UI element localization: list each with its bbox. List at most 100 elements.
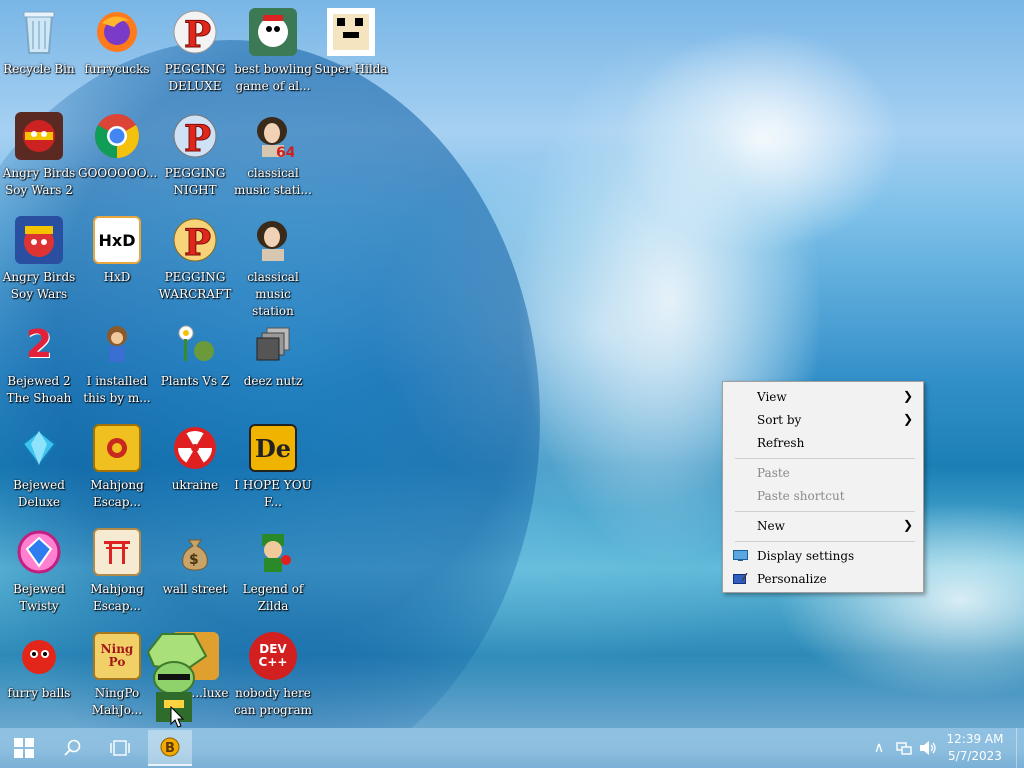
icon-label: Mahjong Escap... (90, 478, 144, 509)
menu-separator (735, 458, 915, 459)
taskbar-pinned-app[interactable]: B (148, 730, 192, 766)
bejeweled-2-icon: 2 (25, 322, 53, 366)
desktop-icon-plants-vs-z[interactable]: Plants Vs Z (156, 316, 234, 416)
desktop-icon-pegging-deluxe[interactable]: P PEGGING DELUXE (156, 4, 234, 104)
menu-item-new[interactable]: New ❯ (723, 516, 923, 538)
menu-item-label: Refresh (757, 436, 805, 450)
desktop-icon-deez-nutz[interactable]: deez nutz (234, 316, 312, 416)
gem-icon (15, 424, 63, 472)
chevron-right-icon: ❯ (902, 412, 913, 426)
menu-item-label: Paste (757, 466, 790, 480)
hxd-icon: HxD (93, 216, 141, 264)
icon-label: nobody here can program (234, 686, 313, 717)
menu-item-display-settings[interactable]: Display settings (723, 546, 923, 568)
icon-label: best bowling game of al... (234, 62, 312, 93)
desktop-icon-legend-of-zilda[interactable]: Legend of Zilda (234, 524, 312, 624)
svg-text:P: P (184, 118, 211, 159)
desktop-wallpaper[interactable]: Recycle Bin Angry Birds Soy Wars 2 Angry… (0, 0, 1024, 728)
angry-birds-star-wars-icon (15, 216, 63, 264)
svg-text:P: P (184, 222, 211, 263)
super-hilda-icon (327, 8, 375, 56)
red-fluffy-ball-icon (15, 632, 63, 680)
icon-label: Super Hilda (314, 62, 388, 76)
desktop-icon-classical-music-station[interactable]: classical music station (234, 212, 312, 318)
menu-item-label: Sort by (757, 413, 802, 427)
desktop-icon-recycle-bin[interactable]: Recycle Bin (0, 4, 78, 104)
desktop-icon-bejewed-2[interactable]: 2 Bejewed 2 The Shoah (0, 316, 78, 416)
desktop-icon-super-hilda[interactable]: Super Hilda (312, 4, 390, 104)
desktop-icon-best-bowling[interactable]: best bowling game of al... (234, 4, 312, 104)
peggle-icon: P (171, 8, 219, 56)
menu-item-label: New (757, 519, 785, 533)
icon-label: PEGGING WARCRAFT (158, 270, 232, 301)
desktop-icon-mahjong-escape-1[interactable]: Mahjong Escap... (78, 420, 156, 520)
menu-item-paste-shortcut[interactable]: Paste shortcut (723, 486, 923, 508)
network-button[interactable] (892, 728, 916, 768)
icon-label: I installed this by m... (83, 374, 151, 405)
taskbar-clock[interactable]: 12:39 AM 5/7/2023 (944, 731, 1006, 765)
chevron-right-icon: ❯ (902, 389, 913, 403)
desktop-icon-hxd[interactable]: HxD HxD (78, 212, 156, 312)
desktop-icon-mahjong-escape-2[interactable]: Mahjong Escap... (78, 524, 156, 624)
menu-item-sort-by[interactable]: Sort by ❯ (723, 410, 923, 432)
icon-label: Bejewed Twisty (13, 582, 65, 613)
task-view-button[interactable] (96, 728, 144, 768)
desktop-icon-angry-birds-soy-wars[interactable]: Angry Birds Soy Wars (0, 212, 78, 312)
plants-vs-zombies-icon (171, 320, 219, 368)
desktop-icon-bejewed-deluxe[interactable]: Bejewed Deluxe (0, 420, 78, 520)
personalize-icon (733, 573, 748, 584)
clock-date: 5/7/2023 (948, 749, 1002, 763)
taskbar: B ∧ 12:39 AM 5/7/2023 (0, 728, 1024, 768)
desktop-context-menu: View ❯ Sort by ❯ Refresh Paste Paste sho… (722, 381, 924, 593)
icon-label: furry balls (7, 686, 71, 700)
clock-time: 12:39 AM (946, 732, 1004, 746)
menu-item-view[interactable]: View ❯ (723, 387, 923, 409)
menu-item-paste[interactable]: Paste (723, 463, 923, 485)
icon-label: PEGGING NIGHT (164, 166, 226, 197)
desktop-icon-chrome[interactable]: GOOOOOO... (78, 108, 157, 208)
icon-label: Bejewed Deluxe (13, 478, 65, 509)
desktop-icon-wall-street[interactable]: $ wall street (156, 524, 234, 624)
chevron-right-icon: ❯ (902, 518, 913, 532)
desktop-icon-bejewed-twisty[interactable]: Bejewed Twisty (0, 524, 78, 624)
icon-label: furrycucks (84, 62, 150, 76)
torii-gate-icon (93, 528, 141, 576)
svg-text:$: $ (189, 552, 199, 568)
desktop-icon-ukraine[interactable]: ukraine (156, 420, 234, 520)
classical-portrait-icon (249, 216, 297, 264)
svg-text:P: P (184, 14, 211, 55)
show-hidden-icons-chevron[interactable]: ∧ (868, 728, 890, 768)
firefox-icon (93, 8, 141, 56)
icon-label: classical music stati... (234, 166, 312, 197)
de-icon: De (249, 424, 297, 472)
desktop-icon-furrycucks[interactable]: furrycucks (78, 4, 156, 104)
desktop-icon-classical-music-stati[interactable]: 64 classical music stati... (234, 108, 312, 208)
icon-label: HxD (103, 270, 131, 284)
bejeweled-twist-icon (15, 528, 63, 576)
angry-birds-star-wars-icon (15, 112, 63, 160)
volume-icon (920, 741, 936, 755)
peggle-icon: P (171, 216, 219, 264)
menu-item-label: Display settings (757, 549, 855, 563)
windows-logo-icon (14, 738, 34, 758)
desktop-icon-pegging-warcraft[interactable]: P PEGGING WARCRAFT (156, 212, 234, 312)
desktop-icon-pegging-night[interactable]: P PEGGING NIGHT (156, 108, 234, 208)
desktop-icon-monkey[interactable]: I installed this by m... (78, 316, 156, 416)
icon-label: Angry Birds Soy Wars (2, 270, 76, 301)
menu-item-refresh[interactable]: Refresh (723, 433, 923, 455)
desktop-icon-i-hope-you[interactable]: De I HOPE YOU F... (234, 420, 312, 520)
volume-button[interactable] (916, 728, 940, 768)
icon-label: Legend of Zilda (242, 582, 304, 613)
desktop-icon-angry-birds-soy-wars-2[interactable]: Angry Birds Soy Wars 2 (0, 108, 78, 208)
bowling-game-icon (249, 8, 297, 56)
search-button[interactable] (48, 728, 96, 768)
show-desktop-button[interactable] (1016, 728, 1024, 768)
menu-item-label: Personalize (757, 572, 827, 586)
desktop-icon-nobody-here-can-program[interactable]: DEV C++ nobody here can program (234, 628, 312, 728)
icon-label: PEGGING DELUXE (164, 62, 226, 93)
search-icon (64, 739, 81, 756)
display-icon (733, 550, 748, 561)
start-button[interactable] (0, 728, 48, 768)
menu-item-personalize[interactable]: Personalize (723, 569, 923, 591)
desktop-icon-furry-balls[interactable]: furry balls (0, 628, 78, 728)
